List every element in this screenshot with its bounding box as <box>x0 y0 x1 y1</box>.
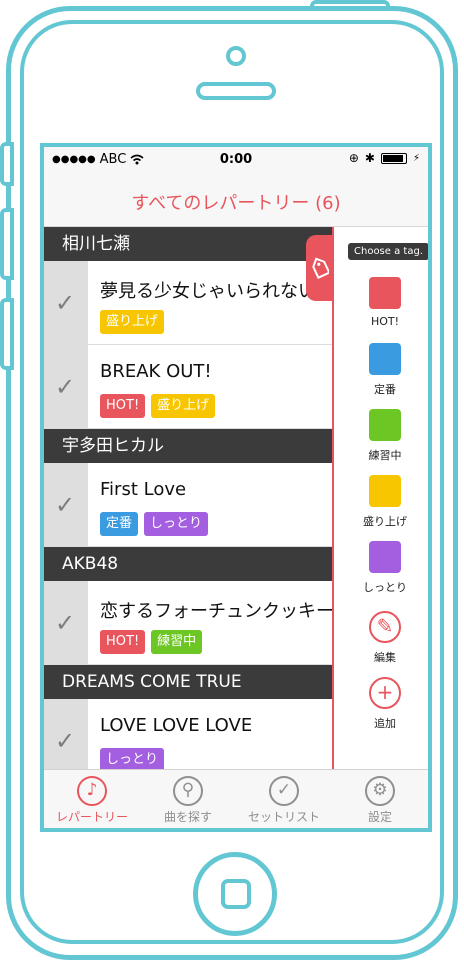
nav-bar: すべてのレパートリー (6) <box>44 173 428 227</box>
tag-swatch <box>369 277 401 309</box>
tag-option-hot[interactable]: HOT! <box>334 277 428 328</box>
search-icon: ⚲ <box>173 776 203 806</box>
earpiece-speaker <box>196 82 276 100</box>
check-icon: ✓ <box>55 727 76 755</box>
tab-label: レパートリー <box>55 810 128 824</box>
tab-label: 曲を探す <box>163 810 212 824</box>
check-icon: ✓ <box>55 609 76 637</box>
tab-label: セットリスト <box>247 810 320 824</box>
tab-setlist[interactable]: ✓ セットリスト <box>236 770 332 828</box>
tag-option-standard[interactable]: 定番 <box>334 343 428 397</box>
tag-drawer-handle[interactable] <box>306 235 334 301</box>
tag-option-label: しっとり <box>363 581 407 594</box>
tag-option-calm[interactable]: しっとり <box>334 541 428 595</box>
check-icon: ✓ <box>55 289 76 317</box>
edit-tags-button[interactable]: ✎ 編集 <box>334 611 428 665</box>
check-icon: ✓ <box>269 776 299 806</box>
tag-badge-calm: しっとり <box>144 512 209 536</box>
check-cell[interactable]: ✓ <box>44 463 88 546</box>
tab-label: 設定 <box>367 810 392 824</box>
tag-option-exciting[interactable]: 盛り上げ <box>334 475 428 529</box>
battery-icon <box>380 152 407 164</box>
check-cell[interactable]: ✓ <box>44 581 88 664</box>
bluetooth-icon: ✱ <box>364 151 375 165</box>
orientation-lock-icon: ⊕ <box>348 151 359 165</box>
volume-down-button <box>0 298 14 370</box>
song-title: 夢見る少女じゃいられない <box>100 281 316 302</box>
tag-badge-hot: HOT! <box>100 630 146 654</box>
front-camera <box>226 46 246 66</box>
edit-label: 編集 <box>374 651 396 664</box>
tag-option-practicing[interactable]: 練習中 <box>334 409 428 463</box>
song-title: LOVE LOVE LOVE <box>100 715 253 736</box>
tab-repertoire[interactable]: ♪ レパートリー <box>44 770 140 828</box>
tag-swatch <box>369 475 401 507</box>
song-title: BREAK OUT! <box>100 361 212 382</box>
check-icon: ✓ <box>55 491 76 519</box>
screen: ●●●●● ABC 0:00 ⊕ ✱ ⚡ すべてのレパートリー (6) 相川七瀬… <box>40 143 432 832</box>
tag-swatch <box>369 409 401 441</box>
power-button <box>310 0 390 10</box>
tag-option-label: 定番 <box>374 383 396 396</box>
check-cell[interactable]: ✓ <box>44 345 88 428</box>
tag-badge-practicing: 練習中 <box>151 630 203 654</box>
song-title: 恋するフォーチュンクッキー <box>100 601 334 622</box>
volume-up-button <box>0 208 14 280</box>
tag-swatch <box>369 541 401 573</box>
song-title: First Love <box>100 479 187 500</box>
mute-switch <box>0 142 14 186</box>
add-tag-button[interactable]: + 追加 <box>334 677 428 731</box>
check-cell[interactable]: ✓ <box>44 261 88 344</box>
home-button-icon <box>221 879 251 909</box>
tab-search-songs[interactable]: ⚲ 曲を探す <box>140 770 236 828</box>
edit-icon: ✎ <box>369 611 401 643</box>
tag-option-label: HOT! <box>370 315 400 328</box>
tag-hint-tooltip: Choose a tag. <box>348 243 428 260</box>
tag-drawer: Choose a tag. HOT! 定番 練習中 盛り上げ しっとり ✎ 編集… <box>332 227 428 769</box>
charging-icon: ⚡ <box>412 152 420 164</box>
tag-badge-hot: HOT! <box>100 394 146 418</box>
check-icon: ✓ <box>55 373 76 401</box>
add-label: 追加 <box>374 717 396 730</box>
tag-option-label: 盛り上げ <box>363 515 407 528</box>
status-bar: ●●●●● ABC 0:00 ⊕ ✱ ⚡ <box>44 147 428 173</box>
tag-option-label: 練習中 <box>368 449 402 462</box>
tag-badge-standard: 定番 <box>100 512 139 536</box>
plus-icon: + <box>369 677 401 709</box>
tag-swatch <box>369 343 401 375</box>
tag-badge-exciting: 盛り上げ <box>151 394 216 418</box>
tag-badge-exciting: 盛り上げ <box>100 310 165 334</box>
music-note-icon: ♪ <box>77 776 107 806</box>
gear-icon: ⚙ <box>365 776 395 806</box>
tab-bar: ♪ レパートリー ⚲ 曲を探す ✓ セットリスト ⚙ 設定 <box>44 769 428 828</box>
tag-icon <box>312 257 329 279</box>
page-title: すべてのレパートリー (6) <box>131 193 341 214</box>
tab-settings[interactable]: ⚙ 設定 <box>332 770 428 828</box>
